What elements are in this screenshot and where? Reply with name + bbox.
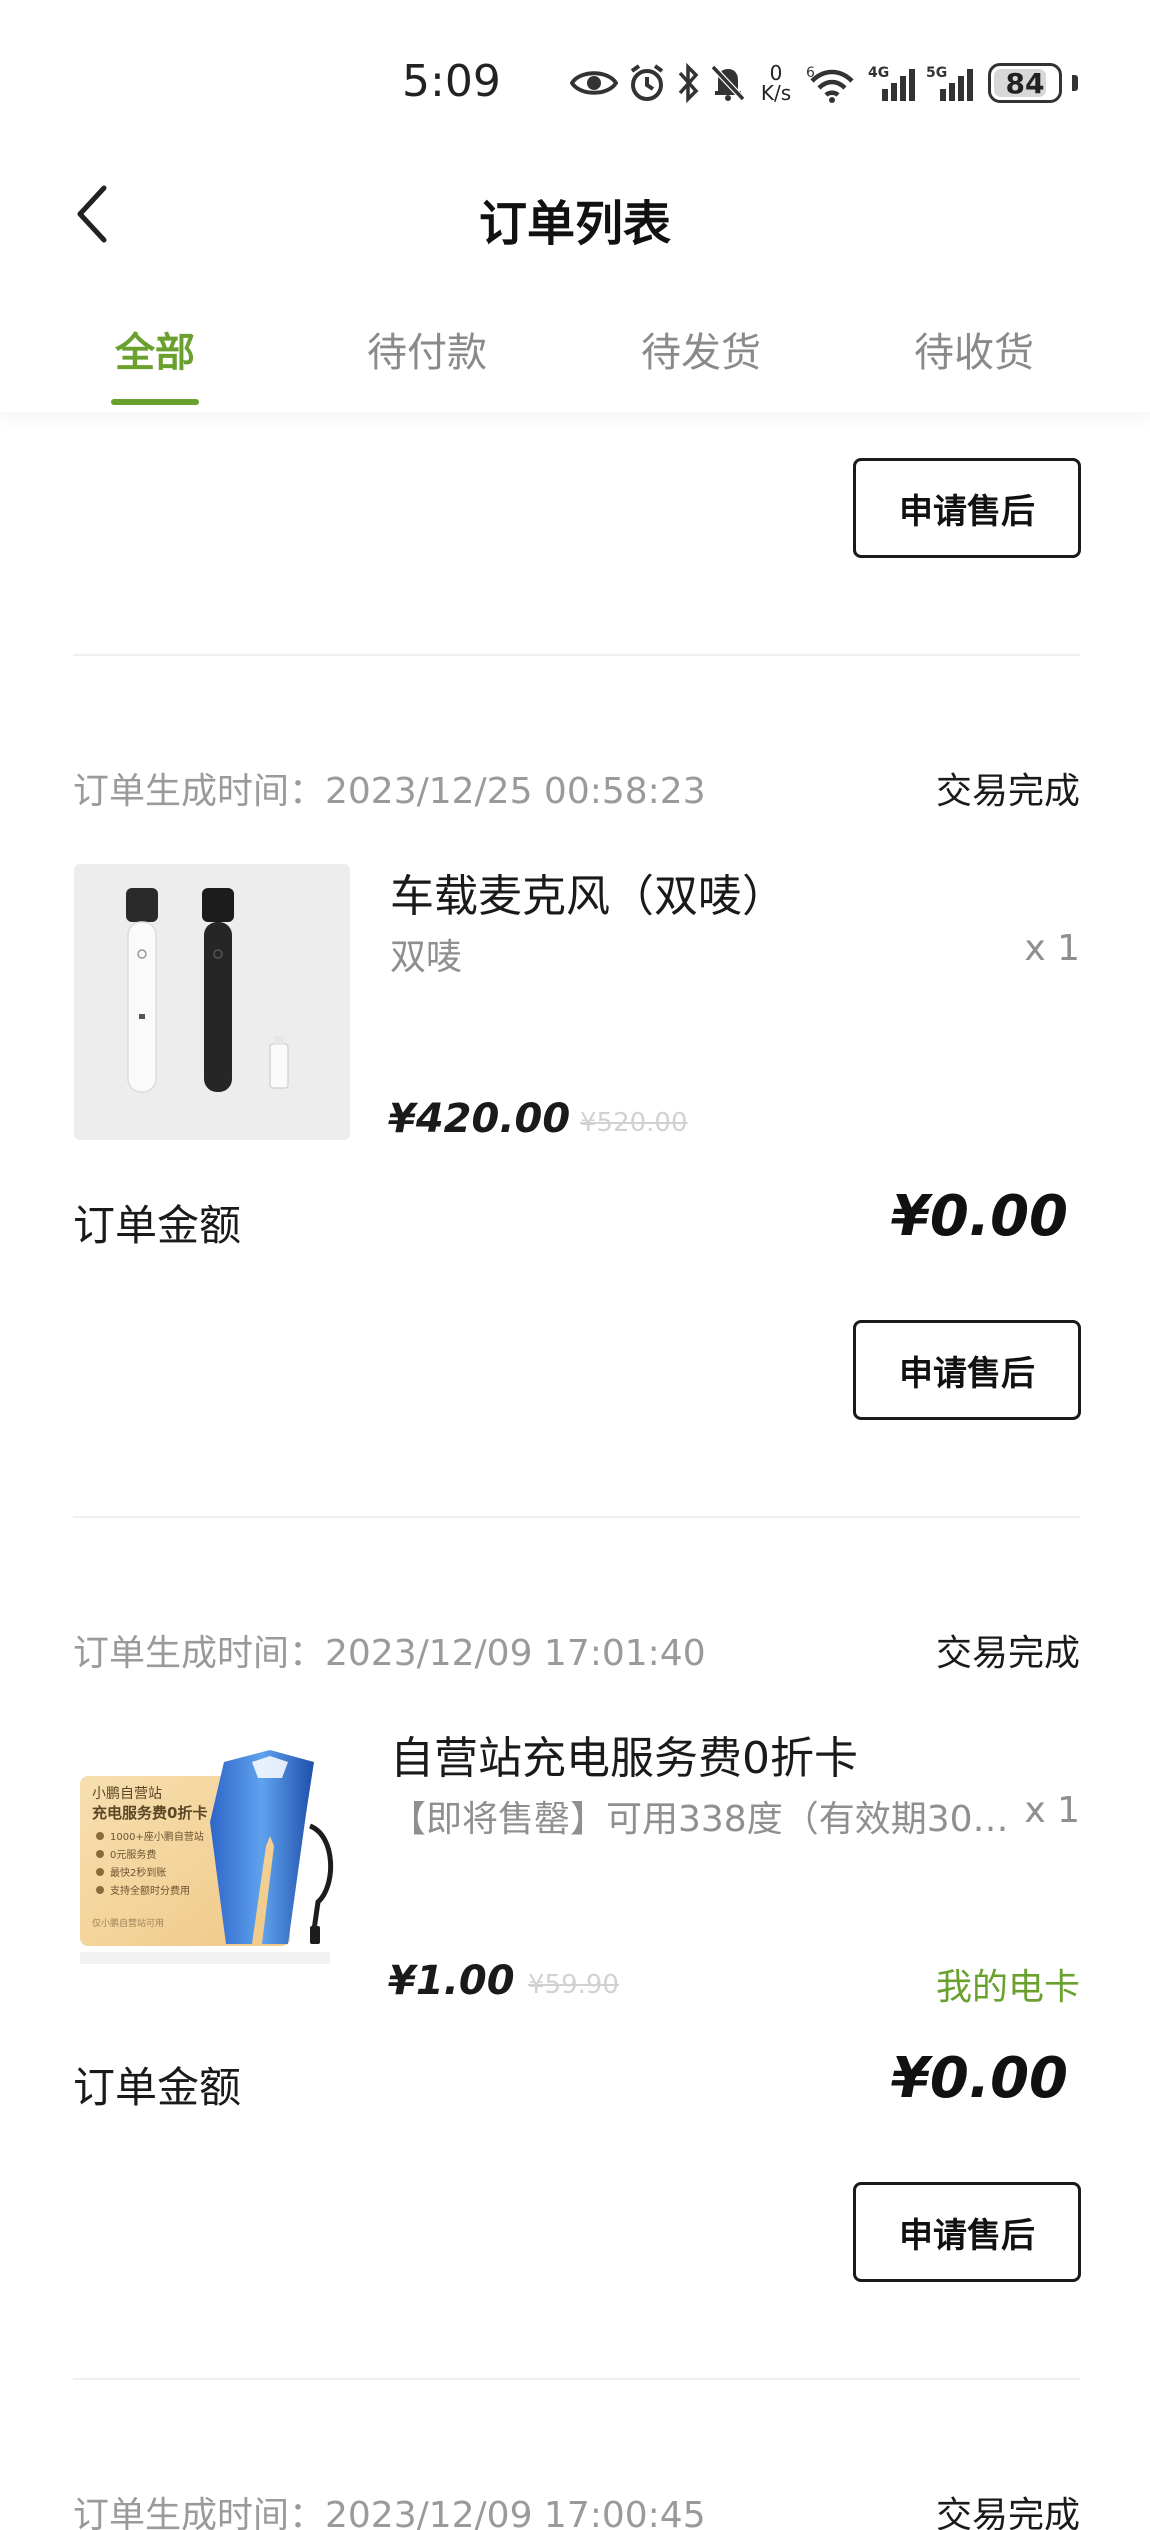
- battery-tip: [1072, 75, 1078, 91]
- svg-text:充电服务费0折卡: 充电服务费0折卡: [92, 1804, 207, 1822]
- product-name[interactable]: 车载麦克风（双唛）: [390, 860, 786, 924]
- after-sales-button[interactable]: 申请售后: [853, 458, 1081, 558]
- order-status: 交易完成: [935, 771, 1080, 812]
- svg-text:1000+座小鹏自营站: 1000+座小鹏自营站: [110, 1830, 204, 1843]
- bluetooth-icon: [676, 63, 700, 103]
- net-speed: 0 K/s: [760, 61, 792, 105]
- order-amount-label: 订单金额: [73, 1201, 242, 1250]
- product-name[interactable]: 自营站充电服务费0折卡: [390, 1722, 858, 1786]
- order-list[interactable]: 申请售后 订单生成时间：2023/12/25 00:58:23 交易完成 车载麦…: [0, 412, 1150, 2530]
- tab-active-indicator: [111, 399, 199, 405]
- tab-pending-payment[interactable]: 待付款: [290, 320, 564, 378]
- signal-5g-icon: 5G: [926, 63, 974, 103]
- order-amount-label: 订单金额: [73, 2063, 242, 2112]
- my-charging-card-link[interactable]: 我的电卡: [936, 1958, 1080, 2010]
- page-title: 订单列表: [478, 196, 671, 252]
- order-divider: [73, 2378, 1080, 2380]
- microphone-image: [74, 864, 350, 1140]
- wifi-icon: 6: [806, 63, 858, 103]
- status-icons: 0 K/s 6 4G 5G 84: [570, 58, 1078, 108]
- order-status: 交易完成: [935, 2495, 1080, 2530]
- product-quantity: x 1: [1024, 1790, 1080, 1831]
- product-image-microphone[interactable]: [74, 864, 350, 1140]
- tab-all[interactable]: 全部: [18, 320, 292, 378]
- tab-pending-receipt[interactable]: 待收货: [837, 320, 1111, 378]
- after-sales-button[interactable]: 申请售后: [853, 2182, 1081, 2282]
- product-quantity: x 1: [1024, 928, 1080, 969]
- eye-icon: [570, 66, 618, 100]
- svg-text:5G: 5G: [926, 65, 947, 81]
- product-price: ¥1.00: [388, 1958, 515, 2004]
- order-time: 订单生成时间：2023/12/25 00:58:23: [73, 771, 706, 812]
- product-spec: 【即将售罄】可用338度（有效期30天）: [390, 1799, 1015, 1840]
- battery-icon: 84: [988, 63, 1062, 103]
- order-tabs: 全部 待付款 待发货 待收货: [0, 300, 1150, 412]
- order-time: 订单生成时间：2023/12/09 17:00:45: [73, 2495, 706, 2530]
- svg-text:支持全额时分费用: 支持全额时分费用: [110, 1884, 190, 1897]
- product-price: ¥420.00: [388, 1096, 571, 1142]
- order-status: 交易完成: [935, 1633, 1080, 1674]
- product-original-price: ¥59.90: [528, 1970, 619, 2000]
- svg-text:最快2秒到账: 最快2秒到账: [110, 1866, 166, 1879]
- header-bar: 订单列表: [0, 160, 1150, 270]
- status-bar: 5:09 0 K/s 6 4G 5G 84: [0, 0, 1150, 160]
- order-divider: [73, 1516, 1080, 1518]
- svg-text:4G: 4G: [868, 65, 889, 81]
- product-original-price: ¥520.00: [580, 1108, 688, 1138]
- order-amount: ¥0.00: [890, 1184, 1068, 1249]
- alarm-icon: [628, 63, 666, 103]
- after-sales-button[interactable]: 申请售后: [853, 1320, 1081, 1420]
- tab-pending-shipment[interactable]: 待发货: [564, 320, 838, 378]
- order-amount: ¥0.00: [890, 2046, 1068, 2111]
- mute-bell-icon: [710, 63, 746, 103]
- svg-text:仅小鹏自营站可用: 仅小鹏自营站可用: [92, 1917, 164, 1929]
- charging-card-image: 小鹏自营站 充电服务费0折卡 1000+座小鹏自营站 0元服务费 最快2秒到账 …: [74, 1726, 350, 2002]
- product-image-charging-card[interactable]: 小鹏自营站 充电服务费0折卡 1000+座小鹏自营站 0元服务费 最快2秒到账 …: [74, 1726, 350, 2002]
- order-divider: [73, 654, 1080, 656]
- svg-text:0元服务费: 0元服务费: [110, 1848, 156, 1861]
- status-time: 5:09: [402, 56, 501, 107]
- order-list-screen: 5:09 0 K/s 6 4G 5G 84 订单列表 全部 待付款 待发货 待收…: [0, 0, 1150, 2530]
- product-spec: 双唛: [390, 937, 463, 978]
- svg-text:小鹏自营站: 小鹏自营站: [92, 1786, 162, 1802]
- signal-4g-icon: 4G: [868, 63, 916, 103]
- order-time: 订单生成时间：2023/12/09 17:01:40: [73, 1633, 706, 1674]
